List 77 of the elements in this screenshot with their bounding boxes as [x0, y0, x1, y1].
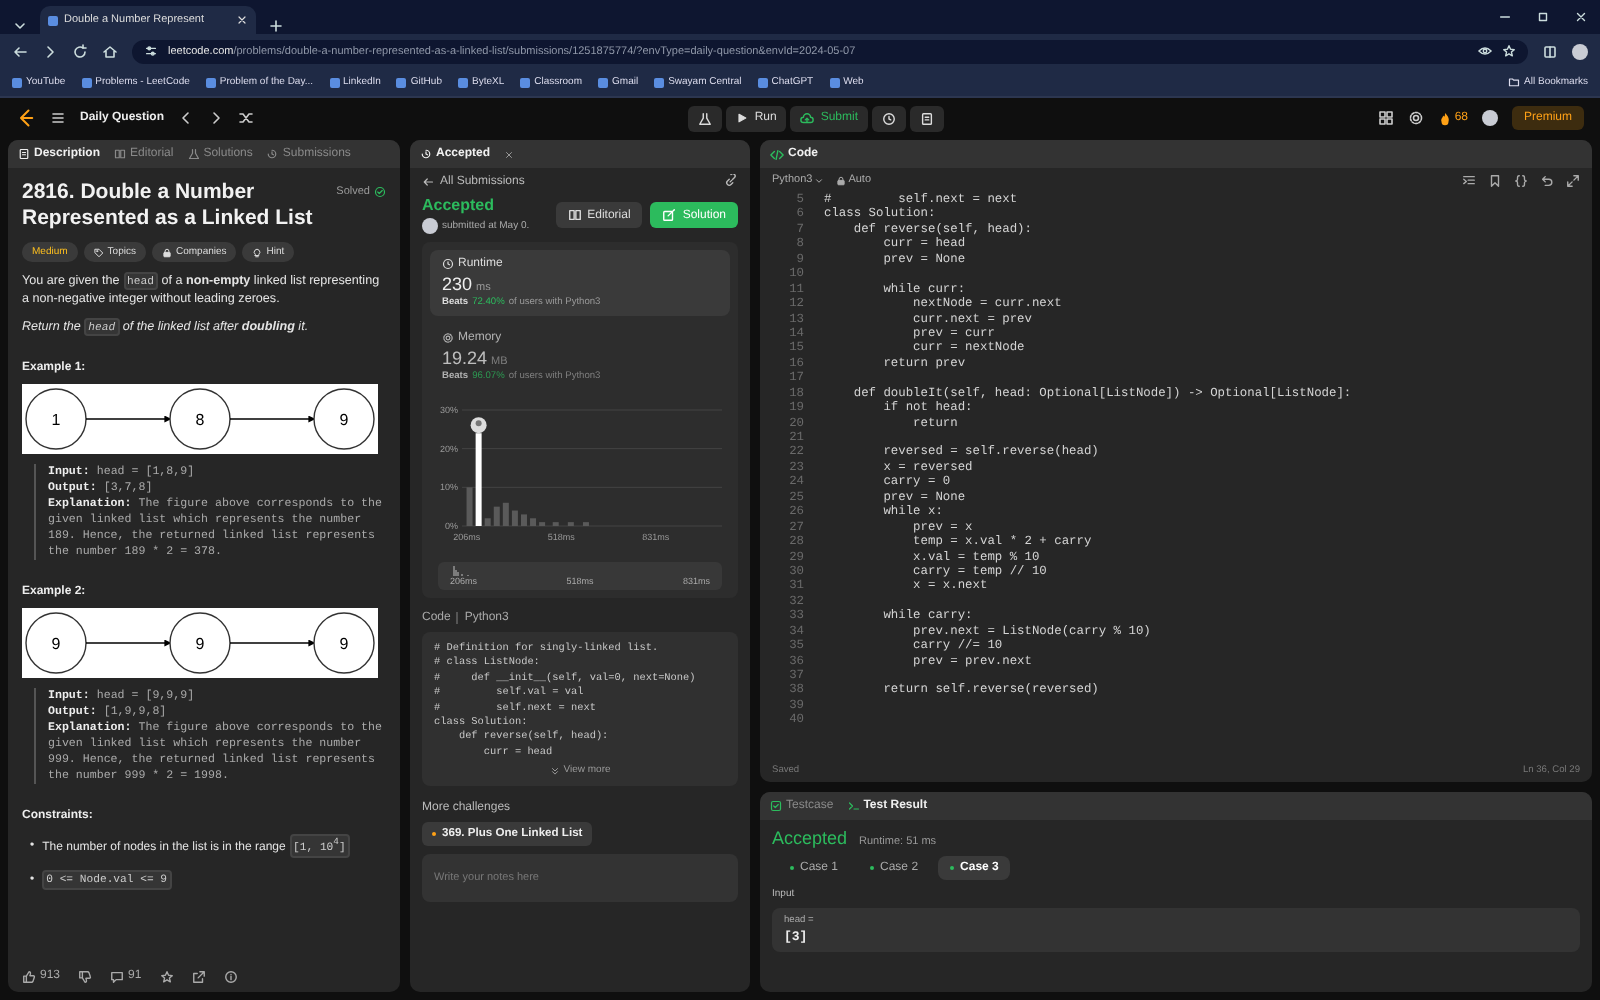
star-icon[interactable]	[159, 969, 174, 983]
problem-title: 2816. Double a Number Represented as a Linked List	[22, 180, 315, 232]
user-avatar[interactable]	[1482, 110, 1498, 126]
arrow	[229, 415, 316, 423]
histogram-bar	[521, 514, 527, 526]
arrow	[229, 639, 316, 647]
link-icon[interactable]	[724, 174, 738, 188]
bookmark-icon[interactable]	[1488, 173, 1502, 187]
site-info-icon[interactable]	[144, 44, 158, 58]
clock-icon	[882, 111, 897, 125]
share-icon[interactable]	[191, 969, 206, 983]
tab-search-icon[interactable]	[12, 18, 28, 34]
notes-button[interactable]	[910, 105, 945, 131]
back-arrow-icon	[422, 175, 434, 187]
star-icon[interactable]	[1502, 44, 1516, 58]
node-value: 9	[339, 411, 349, 429]
node-value: 9	[339, 635, 349, 653]
list-icon[interactable]	[50, 110, 66, 126]
arrow	[85, 639, 172, 647]
home-icon[interactable]	[102, 43, 118, 59]
tab-icon	[114, 148, 127, 160]
undo-icon[interactable]	[1540, 173, 1554, 187]
expand-icon[interactable]	[1566, 173, 1580, 187]
maximize-icon[interactable]	[1536, 10, 1550, 24]
info-icon[interactable]	[223, 969, 238, 983]
tab-icon	[266, 148, 279, 160]
minimize-icon[interactable]	[1498, 10, 1512, 24]
forward-icon[interactable]	[42, 43, 58, 59]
lock-icon	[836, 175, 847, 185]
settings-icon[interactable]	[1408, 110, 1425, 126]
previous-icon[interactable]	[178, 110, 195, 126]
node-value: 8	[195, 411, 205, 429]
result-status: Accepted	[772, 828, 848, 848]
timer-button[interactable]	[872, 105, 907, 131]
side-panel-icon[interactable]	[1542, 43, 1558, 59]
node-value: 1	[51, 411, 61, 429]
next-icon[interactable]	[208, 110, 225, 126]
check-circle-icon	[374, 186, 386, 198]
button-icon	[567, 208, 582, 222]
indent-icon[interactable]	[1462, 173, 1476, 187]
button-icon	[662, 208, 677, 222]
braces-icon[interactable]	[1514, 173, 1528, 187]
profile-avatar[interactable]	[1572, 43, 1588, 59]
tab-icon	[187, 148, 200, 160]
play-icon	[736, 112, 749, 124]
reload-icon[interactable]	[72, 43, 88, 59]
fire-icon	[1438, 111, 1453, 125]
shuffle-icon[interactable]	[238, 110, 255, 126]
tab-icon	[770, 800, 782, 812]
back-icon[interactable]	[12, 43, 28, 59]
metric-value: 19.24	[442, 348, 488, 368]
tab-icon	[18, 148, 30, 160]
history-icon	[420, 148, 432, 160]
chevron-down-icon	[814, 175, 825, 185]
eye-icon[interactable]	[1478, 44, 1492, 58]
cloud-upload-icon	[800, 111, 815, 125]
thumbs-down-icon[interactable]	[78, 969, 93, 983]
user-position-pin	[470, 417, 487, 434]
metric-icon	[442, 258, 454, 270]
new-tab-icon[interactable]	[268, 18, 284, 34]
submission-status: Accepted	[422, 196, 497, 214]
chevrons-down-icon	[549, 765, 560, 776]
note-icon	[920, 111, 935, 125]
metric-icon	[442, 332, 454, 344]
node-value: 9	[51, 635, 61, 653]
tab-icon	[847, 800, 860, 812]
code-icon	[770, 147, 784, 161]
debug-button[interactable]	[688, 105, 723, 131]
metric-value: 230	[442, 274, 473, 294]
logo-icon[interactable]	[16, 108, 36, 128]
layout-icon[interactable]	[1378, 110, 1395, 126]
thumbs-up-icon	[22, 969, 36, 983]
node-value: 9	[195, 635, 205, 653]
comment-icon	[110, 969, 125, 983]
folder-icon	[1508, 76, 1521, 88]
overview-sparkline-drawing	[452, 564, 470, 576]
arrow	[85, 415, 172, 423]
